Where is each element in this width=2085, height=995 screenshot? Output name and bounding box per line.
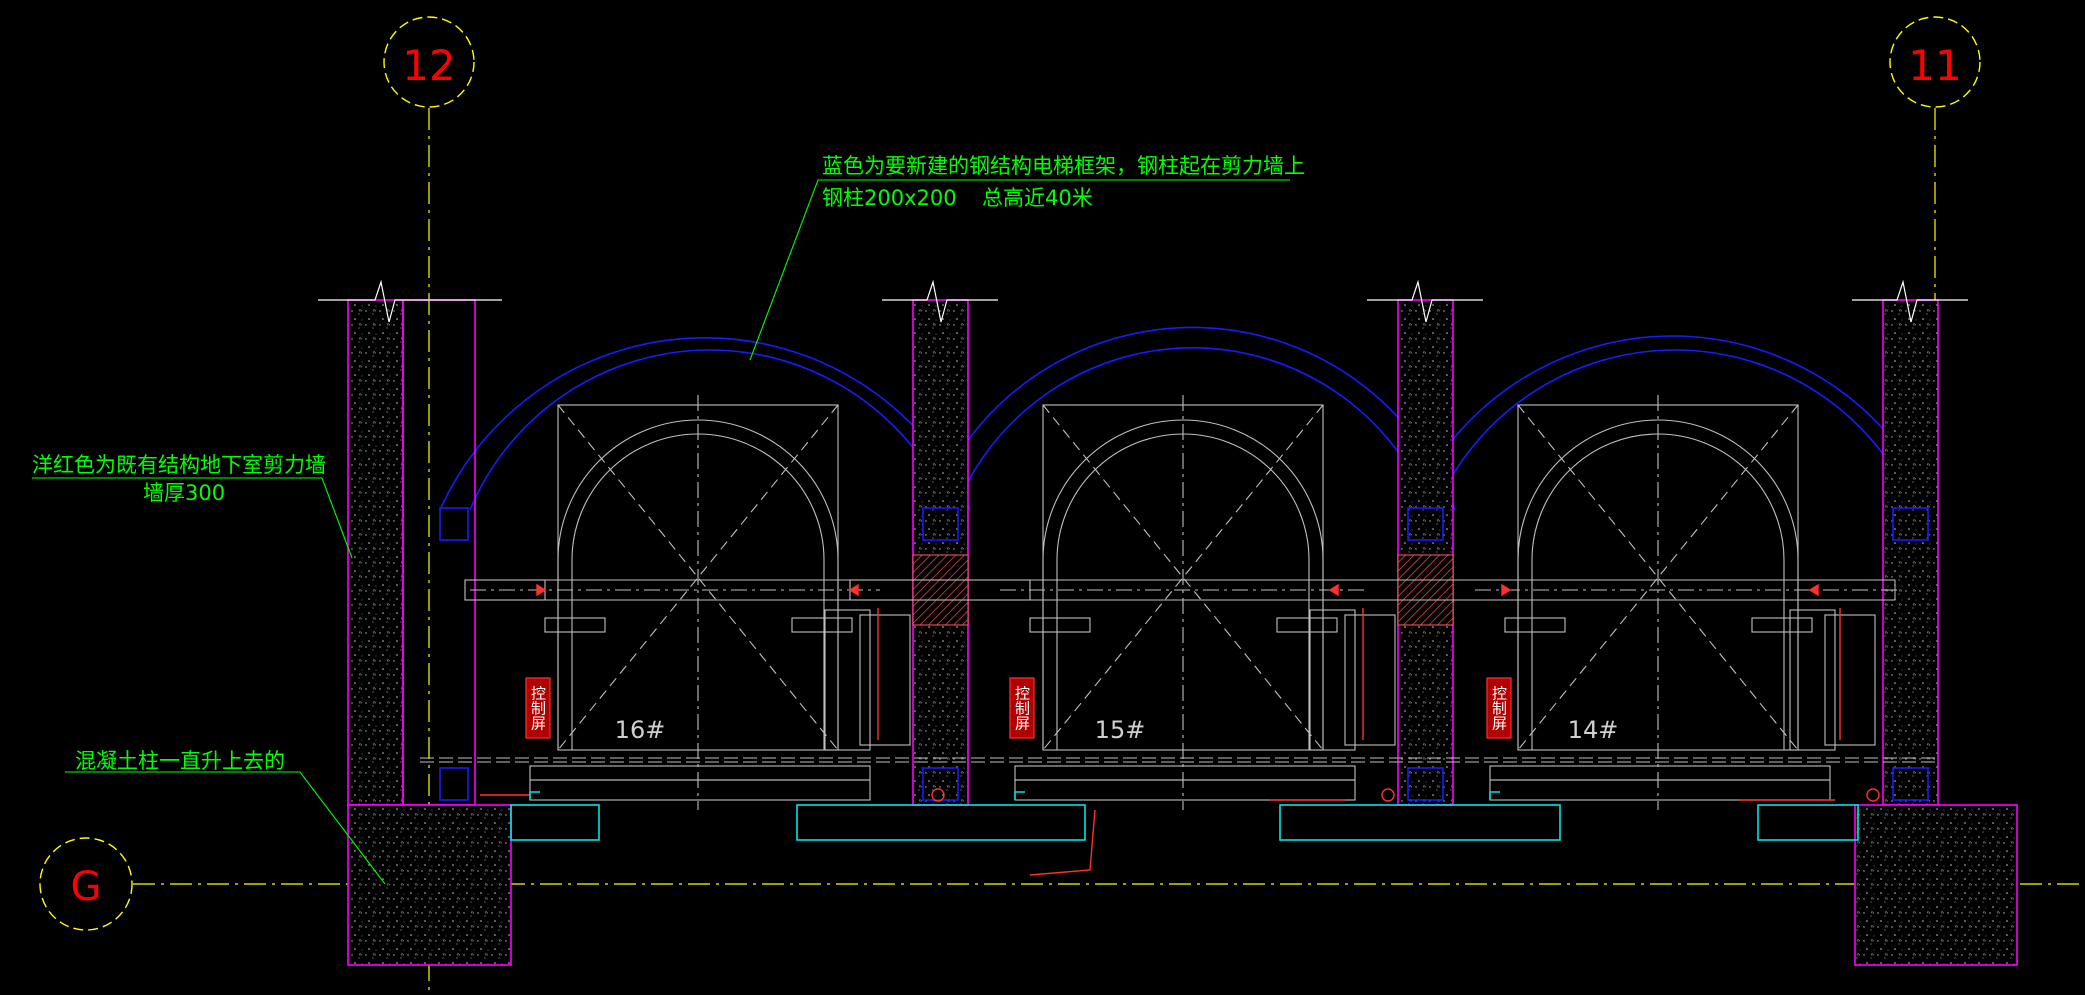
concrete-column-right bbox=[1854, 804, 2018, 966]
door-sills bbox=[510, 791, 1859, 841]
door-sill-15 bbox=[1279, 804, 1561, 841]
leader-concrete-column bbox=[65, 771, 386, 885]
control-panel-14: 控制屏 bbox=[1486, 677, 1512, 739]
shear-wall-mid-2 bbox=[1397, 299, 1454, 806]
cad-drawing-canvas: 12 11 G 控制屏 控制屏 控制屏 16# 15# 14# 蓝色为要新建的钢… bbox=[32, 16, 2085, 995]
axis-label-11: 11 bbox=[1908, 41, 1961, 90]
shear-wall-right bbox=[1882, 299, 1939, 806]
control-panel-15: 控制屏 bbox=[1009, 677, 1035, 739]
hatched-block-1 bbox=[912, 554, 969, 626]
steel-frame-arches bbox=[439, 326, 1936, 511]
annotation-concrete-column-text: 混凝土柱一直升上去的 bbox=[75, 749, 285, 773]
elevator-number-15: 15# bbox=[1095, 716, 1146, 744]
shear-wall-left-inner bbox=[402, 299, 476, 806]
shear-wall-mid-1 bbox=[912, 299, 969, 806]
annotation-steel-frame-line1: 蓝色为要新建的钢结构电梯框架，钢柱起在剪力墙上 bbox=[822, 154, 1305, 178]
control-panel-label-16: 控制屏 bbox=[529, 686, 547, 731]
control-panel-16: 控制屏 bbox=[525, 677, 551, 739]
annotation-concrete-column: 混凝土柱一直升上去的 bbox=[65, 749, 386, 885]
control-panel-label-15: 控制屏 bbox=[1013, 686, 1031, 731]
red-markers bbox=[480, 583, 1880, 876]
concrete-column-left bbox=[347, 804, 512, 966]
door-sill-16 bbox=[796, 804, 1086, 841]
axis-label-12: 12 bbox=[402, 41, 455, 90]
hatched-block-2 bbox=[1397, 554, 1454, 626]
door-sill-left bbox=[510, 804, 600, 841]
elevator-shaft-15 bbox=[1000, 395, 1396, 810]
shear-wall-left bbox=[347, 299, 404, 806]
door-sill-14 bbox=[1757, 804, 1859, 841]
steel-posts bbox=[439, 507, 1929, 801]
annotation-total-height: 总高近40米 bbox=[982, 186, 1093, 210]
annotation-shear-wall: 洋红色为既有结构地下室剪力墙 墙厚300 bbox=[32, 453, 353, 559]
elevator-number-14: 14# bbox=[1568, 716, 1619, 744]
annotation-steel-frame-line2: 钢柱200x200 bbox=[822, 186, 957, 210]
grid-axis-G: G bbox=[39, 837, 2085, 931]
control-panel-label-14: 控制屏 bbox=[1490, 686, 1508, 731]
grid-axis-11: 11 bbox=[1889, 16, 1981, 300]
annotation-shear-wall-line1: 洋红色为既有结构地下室剪力墙 bbox=[32, 453, 326, 477]
elevator-shaft-14 bbox=[1475, 395, 1900, 810]
elevator-number-16: 16# bbox=[615, 716, 666, 744]
annotation-shear-wall-line2: 墙厚300 bbox=[143, 481, 225, 505]
axis-label-G: G bbox=[71, 864, 102, 910]
